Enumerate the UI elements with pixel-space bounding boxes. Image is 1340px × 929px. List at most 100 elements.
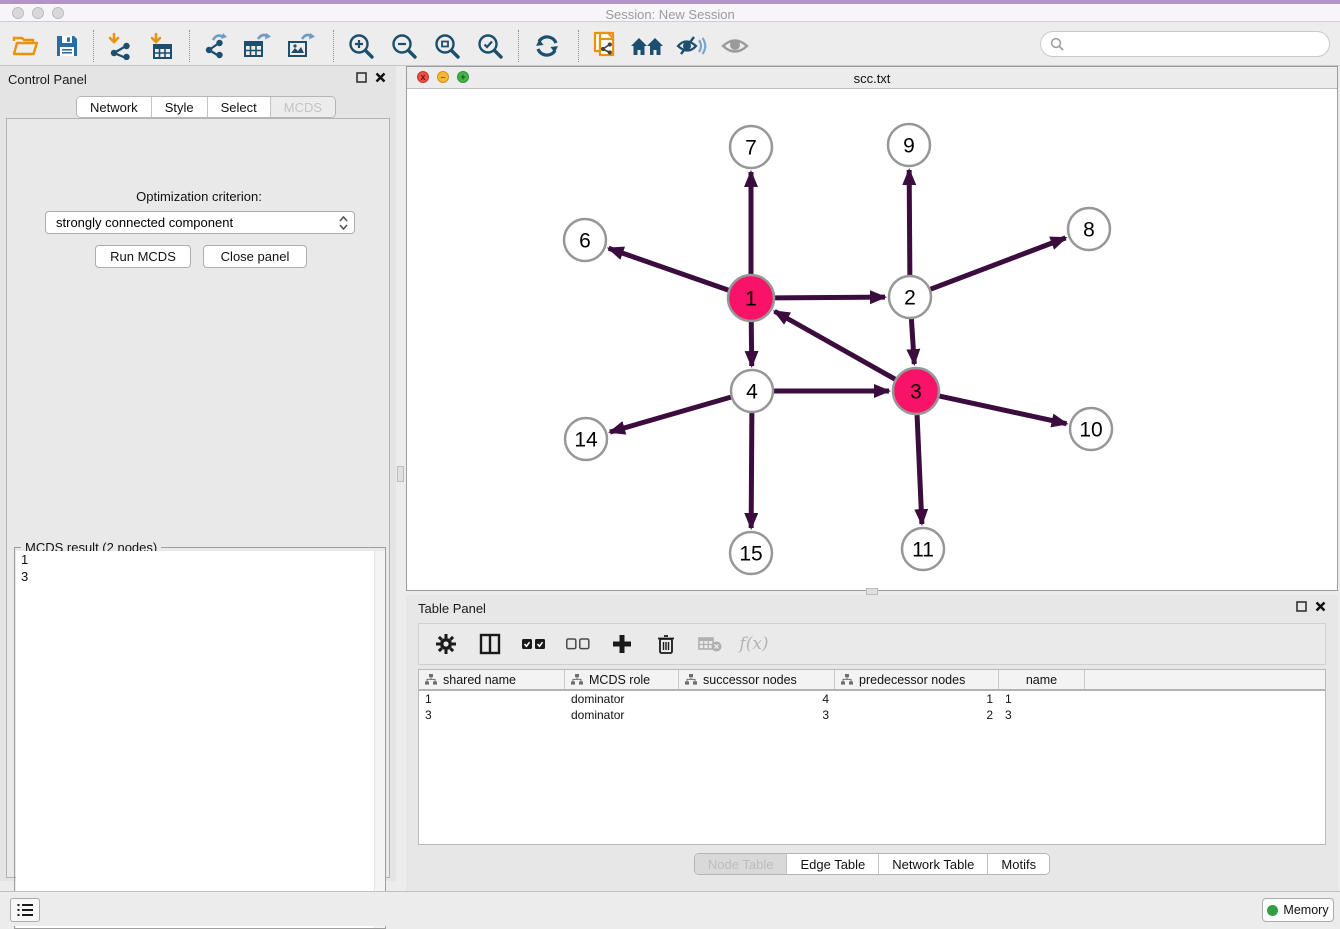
memory-button[interactable]: Memory xyxy=(1262,898,1334,922)
eye-icon xyxy=(719,34,751,58)
delete-column-button[interactable] xyxy=(651,629,681,659)
graph-node-label: 11 xyxy=(912,539,934,562)
table-tabs-wrap: Node TableEdge TableNetwork TableMotifs xyxy=(406,853,1338,875)
table-cell[interactable]: 2 xyxy=(835,707,999,723)
first-neighbors-button[interactable] xyxy=(630,31,664,61)
column-header-predecessor-nodes[interactable]: predecessor nodes xyxy=(835,670,999,689)
export-network-icon xyxy=(201,32,229,60)
tab-style[interactable]: Style xyxy=(152,97,208,117)
graph-edge-2-9[interactable] xyxy=(909,170,910,275)
tab-network-table[interactable]: Network Table xyxy=(879,854,988,874)
network-frame-titlebar: x – + scc.txt xyxy=(407,67,1337,89)
table-row[interactable]: 3dominator323 xyxy=(419,707,1325,723)
table-cell[interactable]: 1 xyxy=(419,691,565,707)
table-cell[interactable]: 3 xyxy=(999,707,1085,723)
show-column-button[interactable] xyxy=(475,629,505,659)
select-stepper-icon xyxy=(339,216,348,230)
node-table[interactable]: shared name MCDS role successor nodes prede… xyxy=(418,669,1326,845)
search-box[interactable] xyxy=(1040,31,1330,57)
function-builder-button[interactable]: f(x) xyxy=(739,629,769,659)
create-column-button[interactable] xyxy=(607,629,637,659)
graph-node-label: 1 xyxy=(745,288,757,311)
table-cell[interactable]: dominator xyxy=(565,707,679,723)
mcds-result-area[interactable]: 13 xyxy=(16,551,385,928)
table-settings-button[interactable] xyxy=(431,629,461,659)
show-all-button[interactable] xyxy=(718,31,752,61)
zoom-in-button[interactable] xyxy=(344,31,378,61)
network-graph[interactable]: 7968124314101511 xyxy=(407,89,1337,590)
graph-edge-3-1[interactable] xyxy=(775,311,896,379)
table-cell[interactable]: 1 xyxy=(999,691,1085,707)
deselect-all-columns-button[interactable] xyxy=(563,629,593,659)
column-header-label: shared name xyxy=(443,673,516,687)
table-toolbar: f(x) xyxy=(418,623,1326,665)
graph-edge-4-14[interactable] xyxy=(610,397,731,432)
table-cell[interactable]: 4 xyxy=(679,691,835,707)
columns-icon xyxy=(479,633,501,655)
graph-edge-3-10[interactable] xyxy=(939,396,1066,424)
search-input[interactable] xyxy=(1070,37,1320,52)
graph-edge-2-8[interactable] xyxy=(931,238,1066,289)
run-mcds-button[interactable]: Run MCDS xyxy=(95,245,191,268)
apply-layout-button[interactable] xyxy=(530,31,564,61)
zoom-out-icon xyxy=(390,32,418,60)
column-header-label: name xyxy=(1026,673,1057,687)
tab-node-table[interactable]: Node Table xyxy=(695,854,788,874)
list-icon xyxy=(17,903,33,917)
horizontal-splitter-grip[interactable] xyxy=(866,588,878,595)
tab-motifs[interactable]: Motifs xyxy=(988,854,1049,874)
close-panel-icon[interactable] xyxy=(1315,601,1326,612)
select-all-columns-button[interactable] xyxy=(519,629,549,659)
graph-edge-1-2[interactable] xyxy=(775,297,885,298)
graph-node-label: 10 xyxy=(1079,419,1102,442)
zoom-out-button[interactable] xyxy=(387,31,421,61)
column-header-label: successor nodes xyxy=(703,673,797,687)
export-table-button[interactable] xyxy=(240,31,274,61)
graph-edge-3-11[interactable] xyxy=(917,415,922,524)
zoom-selected-button[interactable] xyxy=(473,31,507,61)
result-scrollbar-track[interactable] xyxy=(374,551,385,928)
tab-mcds[interactable]: MCDS xyxy=(271,97,335,117)
new-network-from-selection-button[interactable] xyxy=(588,31,622,61)
attribute-hierarchy-icon xyxy=(571,674,583,685)
import-table-button[interactable] xyxy=(144,31,178,61)
graph-edge-1-6[interactable] xyxy=(609,248,729,290)
save-session-button[interactable] xyxy=(50,31,84,61)
optimization-criterion-value: strongly connected component xyxy=(56,215,233,230)
table-cell[interactable]: 3 xyxy=(679,707,835,723)
hide-selected-button[interactable] xyxy=(674,31,708,61)
float-panel-icon[interactable] xyxy=(356,72,367,83)
task-history-button[interactable] xyxy=(10,898,40,922)
export-image-icon xyxy=(286,32,316,60)
graph-edge-2-3[interactable] xyxy=(911,319,914,364)
table-cell[interactable]: 3 xyxy=(419,707,565,723)
mcds-panel: Optimization criterion: strongly connect… xyxy=(6,118,390,878)
optimization-criterion-select[interactable]: strongly connected component xyxy=(45,211,355,234)
float-panel-icon[interactable] xyxy=(1296,601,1307,612)
table-row[interactable]: 1dominator411 xyxy=(419,691,1325,707)
zoom-fit-button[interactable] xyxy=(430,31,464,61)
graph-edge-4-15[interactable] xyxy=(751,413,752,528)
network-canvas[interactable]: 7968124314101511 xyxy=(407,89,1337,590)
tab-select[interactable]: Select xyxy=(208,97,271,117)
vertical-splitter-grip[interactable] xyxy=(397,466,404,482)
column-header-name[interactable]: name xyxy=(999,670,1085,689)
close-panel-icon[interactable] xyxy=(375,72,386,83)
column-header-shared-name[interactable]: shared name xyxy=(419,670,565,689)
open-file-button[interactable] xyxy=(8,31,42,61)
graph-node-label: 15 xyxy=(739,543,762,566)
close-panel-button[interactable]: Close panel xyxy=(203,245,307,268)
tab-edge-table[interactable]: Edge Table xyxy=(787,854,879,874)
export-network-button[interactable] xyxy=(198,31,232,61)
export-image-button[interactable] xyxy=(284,31,318,61)
column-header-successor-nodes[interactable]: successor nodes xyxy=(679,670,835,689)
column-header-MCDS-role[interactable]: MCDS role xyxy=(565,670,679,689)
toolbar-separator xyxy=(333,30,334,62)
table-cell[interactable]: 1 xyxy=(835,691,999,707)
refresh-icon xyxy=(533,32,561,60)
toolbar-separator xyxy=(578,30,579,62)
table-cell[interactable]: dominator xyxy=(565,691,679,707)
import-network-button[interactable] xyxy=(102,31,136,61)
delete-table-button[interactable] xyxy=(695,629,725,659)
tab-network[interactable]: Network xyxy=(77,97,152,117)
